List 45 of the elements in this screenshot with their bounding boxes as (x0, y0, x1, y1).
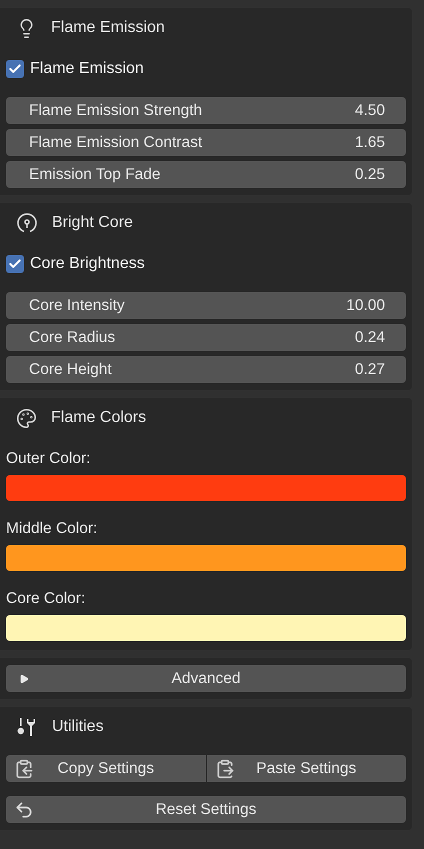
clipboard-icon (214, 758, 234, 778)
field-value: 10.00 (346, 296, 385, 316)
field-value: 0.24 (354, 328, 385, 348)
checkbox[interactable] (6, 255, 24, 273)
color-swatch[interactable] (6, 545, 406, 571)
copy-button[interactable]: Copy Settings (6, 755, 206, 782)
panel-title[interactable]: Utilities (52, 715, 104, 739)
panel-title[interactable]: Flame Colors (51, 406, 146, 430)
number-field[interactable]: Emission Top Fade 0.25 (6, 161, 406, 188)
checkbox-label[interactable]: Flame Emission (30, 57, 144, 81)
number-field[interactable]: Flame Emission Strength 4.50 (6, 97, 406, 124)
color-swatch[interactable] (6, 615, 406, 641)
field-value: 1.65 (354, 132, 385, 153)
tools-icon (16, 716, 38, 738)
target-icon (16, 212, 38, 234)
number-field[interactable]: Core Height 0.27 (6, 356, 406, 383)
number-field[interactable]: Core Intensity 10.00 (6, 292, 406, 319)
expand-button[interactable]: Advanced (6, 665, 406, 692)
palette-icon (16, 408, 37, 428)
color-label: Middle Color: (6, 519, 98, 540)
field-label: Flame Emission Contrast (29, 132, 202, 153)
number-field[interactable]: Core Radius 0.24 (6, 324, 406, 351)
panel-title[interactable]: Bright Core (52, 211, 133, 235)
check-icon (8, 257, 22, 271)
checkbox-label[interactable]: Core Brightness (30, 252, 145, 276)
paste-button[interactable]: Paste Settings (206, 755, 406, 782)
color-label: Outer Color: (6, 449, 90, 470)
check-icon (8, 62, 22, 76)
reset-button[interactable]: Reset Settings (6, 796, 406, 823)
field-value: 0.25 (354, 164, 385, 185)
color-label: Core Color: (6, 589, 86, 610)
undo-icon (14, 800, 34, 820)
field-label: Emission Top Fade (29, 164, 161, 185)
field-label: Core Height (29, 360, 112, 380)
field-value: 0.27 (354, 360, 385, 380)
field-label: Core Intensity (29, 296, 125, 316)
field-value: 4.50 (354, 100, 385, 121)
panel-title[interactable]: Flame Emission (51, 16, 165, 40)
color-swatch[interactable] (6, 475, 406, 501)
field-label: Flame Emission Strength (29, 100, 202, 121)
number-field[interactable]: Flame Emission Contrast 1.65 (6, 129, 406, 156)
clipboard-icon (14, 758, 34, 778)
field-label: Core Radius (29, 328, 116, 348)
checkbox[interactable] (6, 60, 24, 78)
triangle-icon (19, 674, 29, 684)
